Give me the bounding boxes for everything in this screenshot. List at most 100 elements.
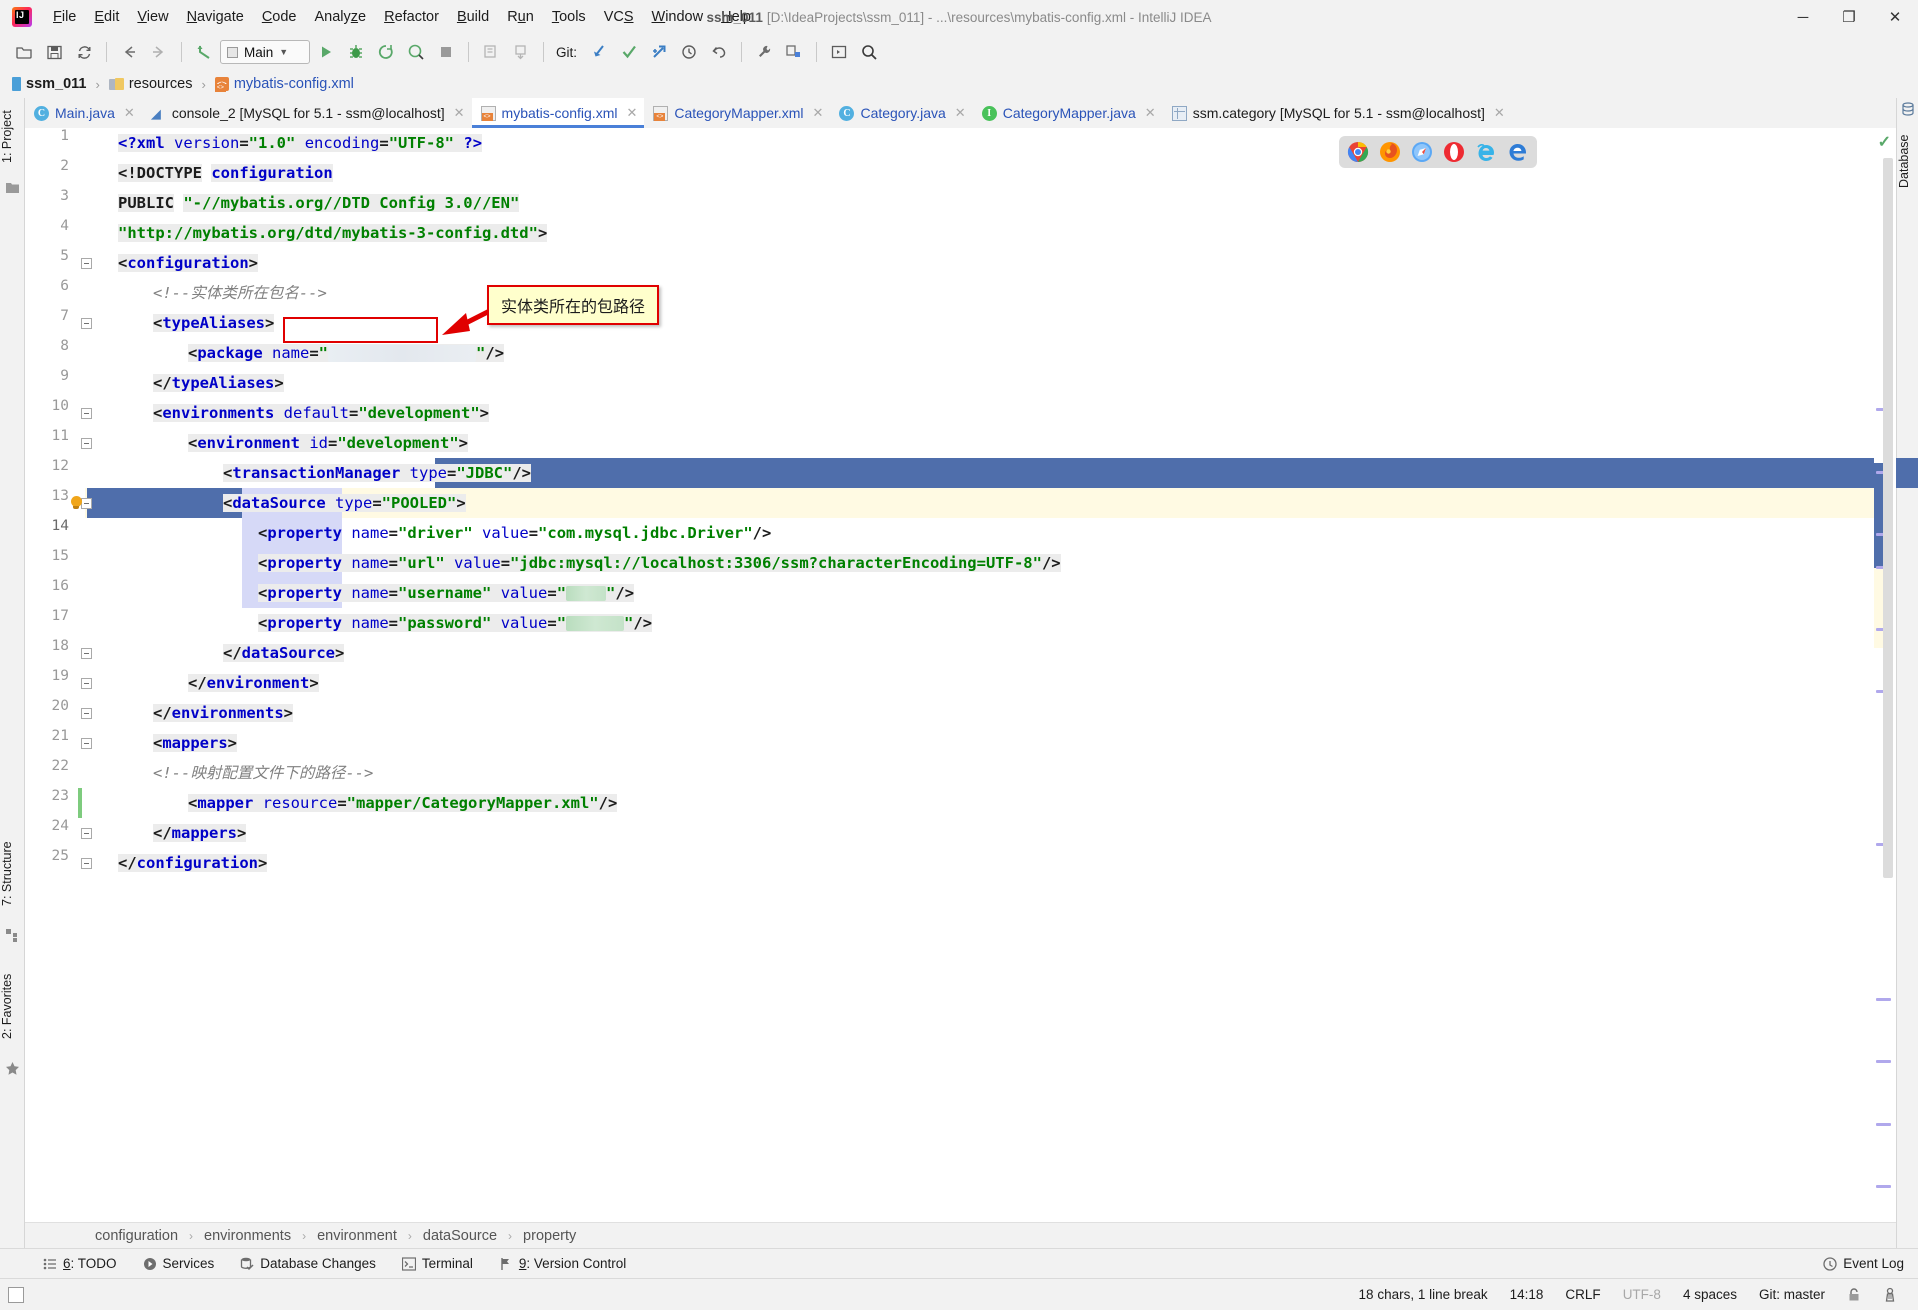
navbar-item-file[interactable]: <> mybatis-config.xml [211, 74, 358, 94]
firefox-icon[interactable] [1379, 141, 1401, 163]
editor-tab-mybatis-config[interactable]: mybatis-config.xml ✕ [471, 98, 645, 128]
breadcrumb-configuration[interactable]: configuration [95, 1228, 178, 1244]
menu-vcs[interactable]: VCS [595, 6, 643, 28]
menu-code[interactable]: Code [253, 6, 306, 28]
status-caret-position[interactable]: 14:18 [1499, 1283, 1555, 1306]
editor-tab-ssm-category[interactable]: ssm.category [MySQL for 5.1 - ssm@localh… [1163, 98, 1512, 128]
navigation-bar: ssm_011 › resources › <> mybatis-config.… [0, 70, 1918, 98]
menu-edit[interactable]: Edit [85, 6, 128, 28]
build-module-icon[interactable] [507, 38, 535, 66]
breadcrumb-environment[interactable]: environment [317, 1228, 397, 1244]
run-anything-icon[interactable] [825, 38, 853, 66]
sync-refresh-icon[interactable] [70, 38, 98, 66]
toolwindow-services[interactable]: Services [130, 1253, 228, 1274]
toolwindow-database-changes[interactable]: Database Changes [227, 1253, 389, 1274]
run-coverage-icon[interactable] [372, 38, 400, 66]
project-structure-icon[interactable] [780, 38, 808, 66]
menu-view[interactable]: View [128, 6, 177, 28]
intention-bulb-icon[interactable] [69, 495, 85, 511]
sidebar-item-favorites[interactable]: 2: Favorites [0, 958, 25, 1054]
settings-wrench-icon[interactable] [750, 38, 778, 66]
navbar-item-project[interactable]: ssm_011 [8, 74, 90, 94]
status-encoding[interactable]: UTF-8 [1612, 1283, 1672, 1306]
minimize-button[interactable]: ─ [1780, 0, 1826, 34]
breadcrumb-property[interactable]: property [523, 1228, 576, 1244]
safari-icon[interactable] [1411, 141, 1433, 163]
toolwindow-todo[interactable]: 6: TODO [30, 1253, 130, 1274]
breadcrumb-datasource[interactable]: dataSource [423, 1228, 497, 1244]
toolwindow-terminal[interactable]: Terminal [389, 1253, 486, 1274]
menu-file[interactable]: File [44, 6, 85, 28]
internet-explorer-icon[interactable] [1475, 141, 1497, 163]
editor-gutter[interactable]: 1 2 3 4 5 6 7 8 9 10 11 12 13 14 15 16 1… [25, 128, 92, 1222]
forward-arrow-icon[interactable] [145, 38, 173, 66]
git-revert-icon[interactable] [705, 38, 733, 66]
profile-icon[interactable] [402, 38, 430, 66]
browser-launch-popup[interactable] [1339, 136, 1537, 168]
event-log-button[interactable]: Event Log [1823, 1256, 1904, 1271]
menu-window[interactable]: Window [643, 6, 713, 28]
close-button[interactable]: ✕ [1872, 0, 1918, 34]
status-bar-toggle-icon[interactable] [8, 1286, 24, 1303]
code-content[interactable]: <?xml version="1.0" encoding="UTF-8" ?> … [85, 128, 1896, 1222]
undo-jump-icon[interactable] [190, 38, 218, 66]
debug-icon[interactable] [342, 38, 370, 66]
occurrence-marker [1876, 1123, 1891, 1126]
lock-icon[interactable] [1836, 1283, 1872, 1306]
menu-tools[interactable]: Tools [543, 6, 595, 28]
git-update-icon[interactable] [585, 38, 613, 66]
open-project-icon[interactable] [10, 38, 38, 66]
back-arrow-icon[interactable] [115, 38, 143, 66]
edge-icon[interactable] [1507, 141, 1529, 163]
toolwindow-version-control[interactable]: 9: Version Control [486, 1253, 639, 1274]
stop-icon[interactable] [432, 38, 460, 66]
status-indent[interactable]: 4 spaces [1672, 1283, 1748, 1306]
sidebar-item-database[interactable]: Database [1897, 122, 1918, 200]
run-configuration-selector[interactable]: Main ▼ [220, 40, 310, 64]
editor-marker-bar[interactable]: ✓ [1874, 128, 1896, 1222]
close-icon[interactable]: ✕ [1145, 105, 1156, 121]
breadcrumb-environments[interactable]: environments [204, 1228, 291, 1244]
database-icon [1901, 102, 1916, 117]
editor-tab-categorymapper-java[interactable]: I CategoryMapper.java ✕ [973, 98, 1163, 128]
status-git-branch[interactable]: Git: master [1748, 1283, 1836, 1306]
editor-tab-categorymapper-xml[interactable]: CategoryMapper.xml ✕ [644, 98, 830, 128]
changed-line-marker [78, 788, 82, 818]
menu-help[interactable]: Help [712, 6, 760, 28]
code-line-20: </environments> [153, 704, 293, 722]
maximize-button[interactable]: ❐ [1826, 0, 1872, 34]
menu-analyze[interactable]: Analyze [306, 6, 376, 28]
close-icon[interactable]: ✕ [955, 105, 966, 121]
sidebar-item-project[interactable]: 1: Project [0, 100, 25, 174]
menu-refactor[interactable]: Refactor [375, 6, 448, 28]
menu-run[interactable]: Run [498, 6, 543, 28]
opera-icon[interactable] [1443, 141, 1465, 163]
line-number: 5 [60, 248, 69, 264]
sidebar-item-structure[interactable]: 7: Structure [0, 828, 25, 920]
editor-tab-console[interactable]: ◢ console_2 [MySQL for 5.1 - ssm@localho… [142, 98, 472, 128]
code-editor[interactable]: 1 2 3 4 5 6 7 8 9 10 11 12 13 14 15 16 1… [25, 128, 1918, 1222]
close-icon[interactable]: ✕ [626, 105, 637, 121]
git-history-icon[interactable] [675, 38, 703, 66]
editor-tab-category-java[interactable]: C Category.java ✕ [830, 98, 972, 128]
close-icon[interactable]: ✕ [813, 105, 824, 121]
chrome-icon[interactable] [1347, 141, 1369, 163]
editor-tab-main-java[interactable]: C Main.java ✕ [25, 98, 142, 128]
git-commit-icon[interactable] [615, 38, 643, 66]
menu-build[interactable]: Build [448, 6, 498, 28]
navbar-item-resources[interactable]: resources [105, 74, 197, 94]
inspection-icon[interactable] [1872, 1283, 1908, 1306]
menu-navigate[interactable]: Navigate [178, 6, 253, 28]
search-everywhere-icon[interactable] [855, 38, 883, 66]
build-project-icon[interactable] [477, 38, 505, 66]
editor-scrollbar[interactable] [1883, 158, 1893, 878]
run-icon[interactable] [312, 38, 340, 66]
close-icon[interactable]: ✕ [454, 105, 465, 121]
git-push-icon[interactable] [645, 38, 673, 66]
inspection-ok-icon[interactable]: ✓ [1878, 132, 1891, 152]
close-icon[interactable]: ✕ [124, 105, 135, 121]
bottom-tool-window-bar: 6: TODO Services Database Changes Termin… [0, 1248, 1918, 1278]
save-all-icon[interactable] [40, 38, 68, 66]
status-line-separator[interactable]: CRLF [1554, 1283, 1611, 1306]
close-icon[interactable]: ✕ [1494, 105, 1505, 121]
